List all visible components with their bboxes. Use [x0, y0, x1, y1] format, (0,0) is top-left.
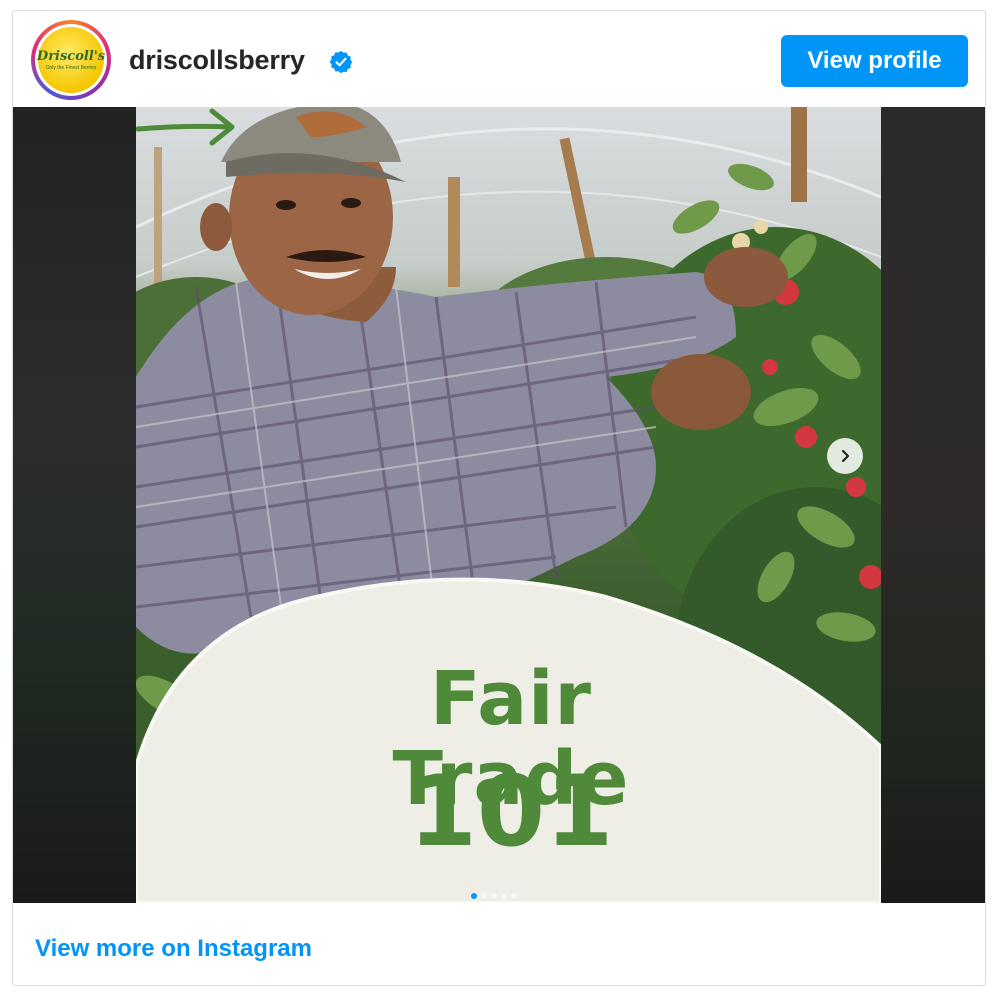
media-blur-right — [881, 107, 985, 903]
view-profile-button[interactable]: View profile — [781, 35, 968, 87]
chevron-right-icon — [841, 449, 850, 463]
carousel-dot — [501, 893, 507, 899]
username-link[interactable]: driscollsberry — [129, 45, 305, 76]
post-media[interactable]: Fair Trade 101 — [13, 107, 985, 903]
carousel-dot — [481, 893, 487, 899]
instagram-embed-card: Driscoll's Only the Finest Berries drisc… — [12, 10, 986, 986]
avatar[interactable]: Driscoll's Only the Finest Berries — [31, 20, 111, 100]
carousel-dot — [511, 893, 517, 899]
verified-badge-icon — [329, 50, 353, 74]
post-photo: Fair Trade 101 — [136, 107, 881, 903]
carousel-dot — [471, 893, 477, 899]
carousel-dot — [491, 893, 497, 899]
post-overlay-number: 101 — [408, 755, 614, 869]
carousel-next-button[interactable] — [827, 438, 863, 474]
view-more-on-instagram-link[interactable]: View more on Instagram — [35, 935, 312, 963]
arrow-right-icon — [136, 108, 235, 146]
driscolls-logo: Driscoll's Only the Finest Berries — [36, 27, 106, 93]
avatar-tagline: Only the Finest Berries — [45, 65, 97, 71]
media-blur-left — [13, 107, 136, 903]
post-header: Driscoll's Only the Finest Berries drisc… — [13, 11, 985, 107]
carousel-indicator — [471, 893, 517, 899]
avatar-logo-text: Driscoll's — [36, 49, 106, 64]
